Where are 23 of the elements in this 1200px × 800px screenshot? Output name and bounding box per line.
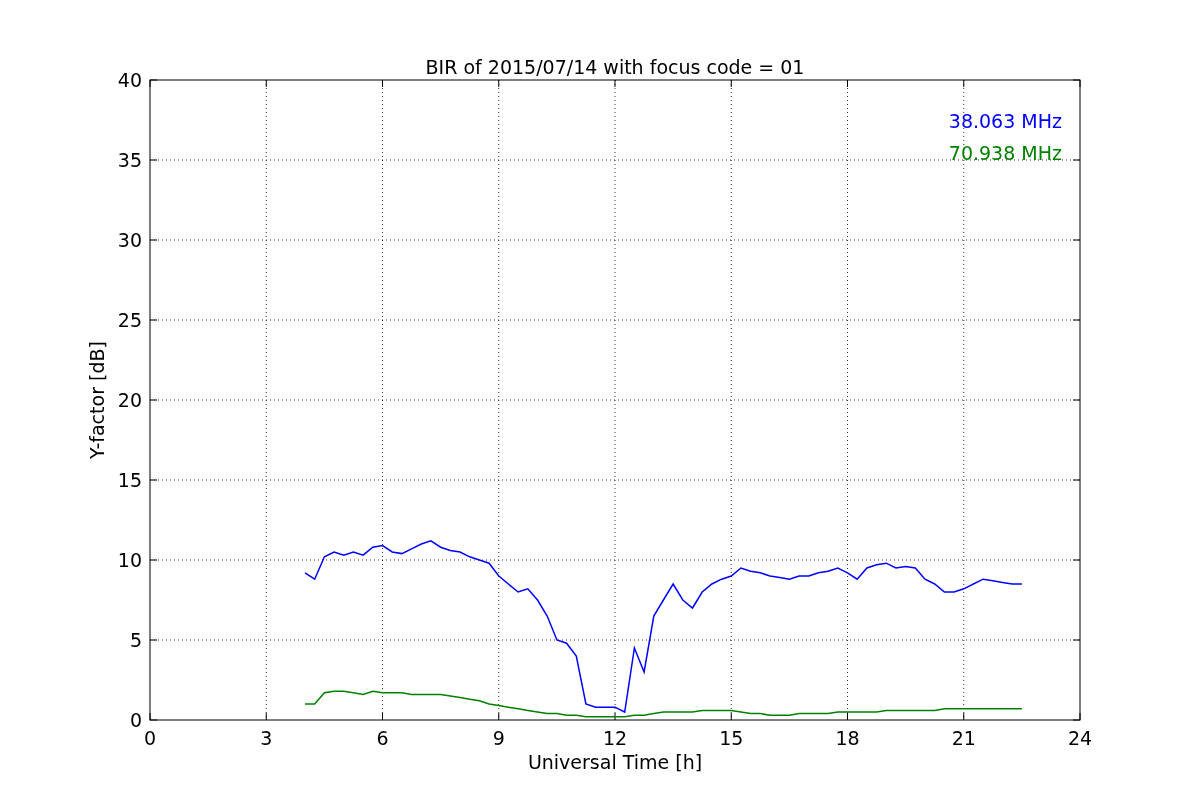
chart-title: BIR of 2015/07/14 with focus code = 01 — [425, 56, 805, 78]
legend-label: 38.063 MHz — [948, 110, 1062, 132]
tick-label: 0 — [129, 709, 142, 731]
tick-label: 25 — [117, 309, 142, 331]
tick-label: 0 — [143, 727, 157, 749]
tick-label: 18 — [835, 727, 860, 749]
x-axis-label: Universal Time [h] — [527, 751, 703, 773]
tick-label: 6 — [376, 727, 389, 749]
tick-label: 3 — [260, 727, 273, 749]
tick-label: 24 — [1067, 727, 1093, 749]
tick-label: 10 — [117, 549, 142, 571]
tick-label: 40 — [117, 69, 142, 91]
tick-label: 35 — [117, 149, 142, 171]
tick-label: 9 — [492, 727, 505, 749]
tick-label: 20 — [117, 389, 142, 411]
tick-label: 5 — [129, 629, 142, 651]
legend-label: 70.938 MHz — [948, 142, 1062, 164]
tick-label: 15 — [117, 469, 142, 491]
tick-label: 12 — [602, 727, 628, 749]
tick-label: 21 — [951, 727, 976, 749]
y-axis-label: Y-factor [dB] — [86, 341, 108, 459]
tick-label: 15 — [719, 727, 744, 749]
tick-label: 30 — [117, 229, 142, 251]
